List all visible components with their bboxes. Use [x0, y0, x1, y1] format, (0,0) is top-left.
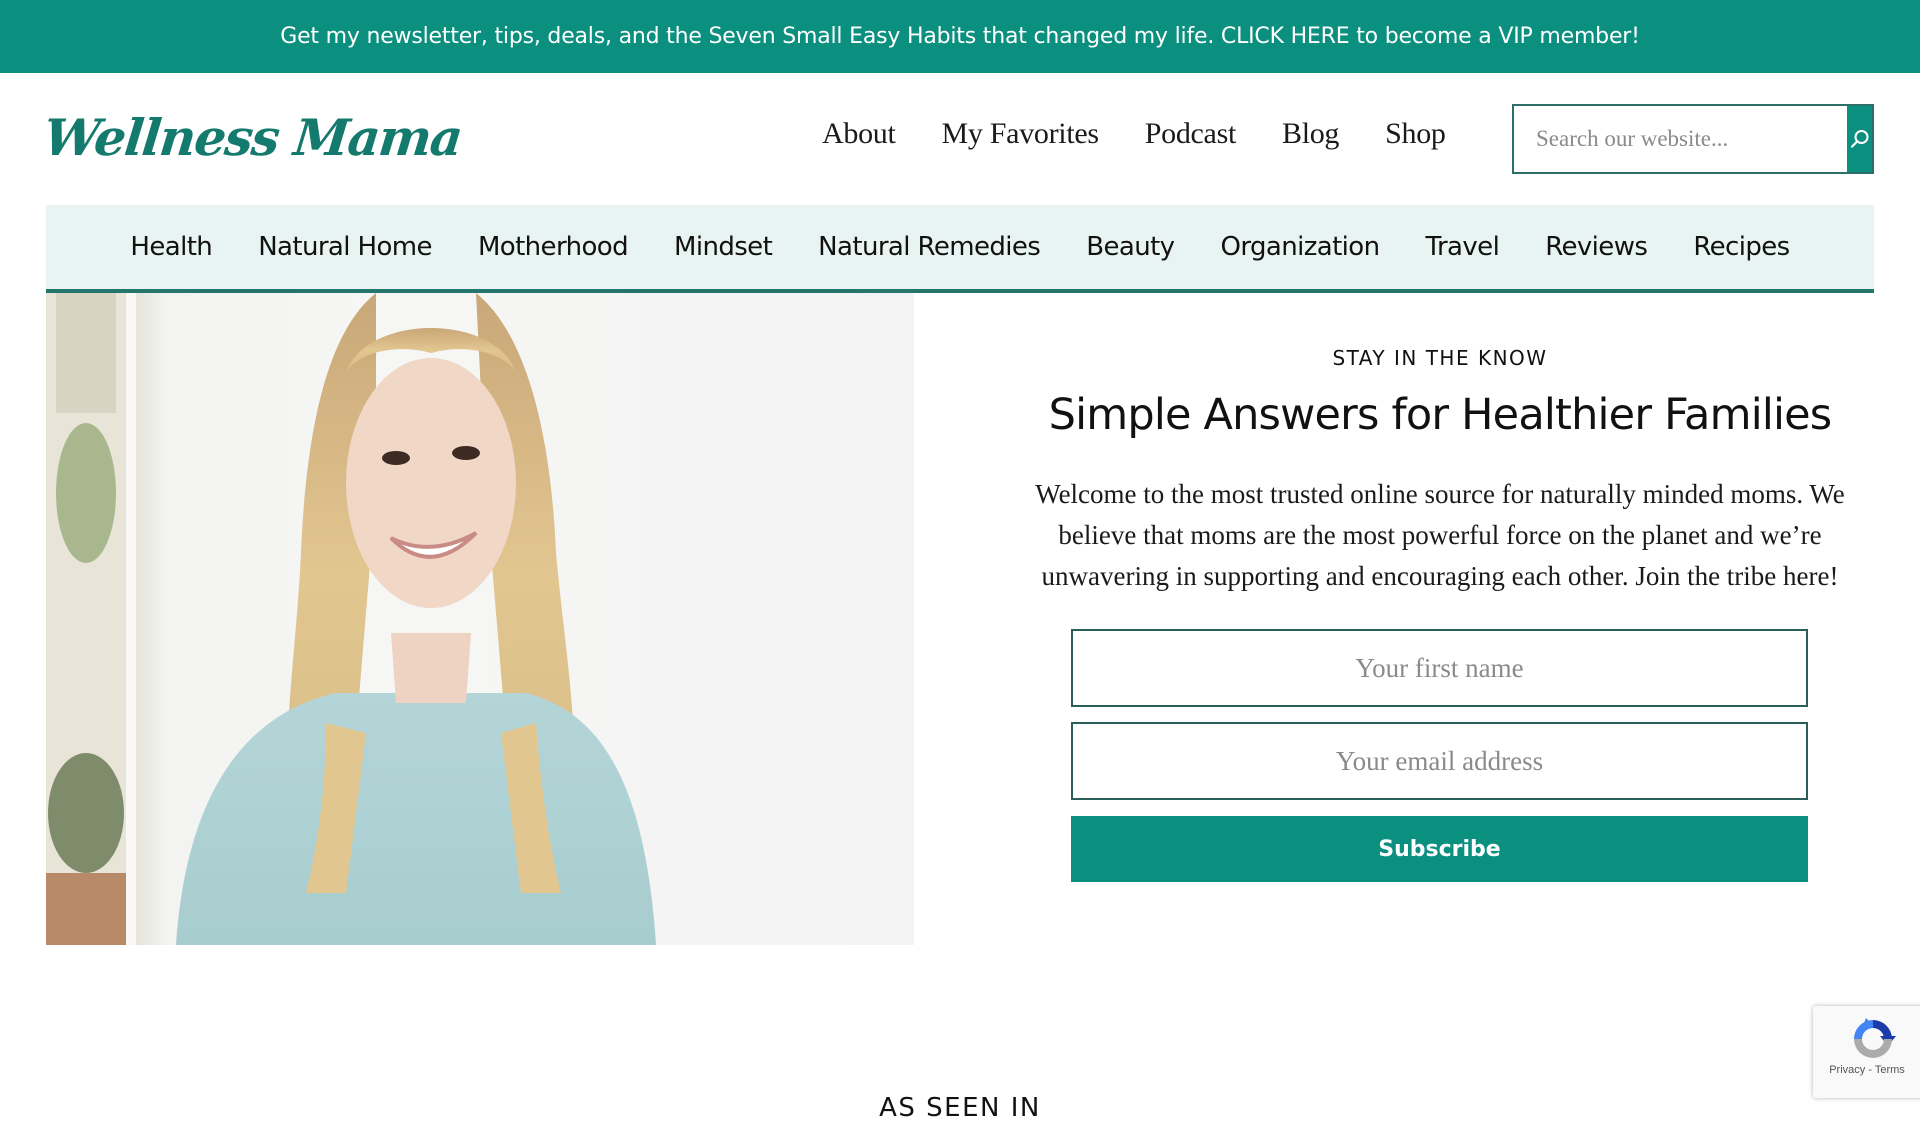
category-nav: Health Natural Home Motherhood Mindset N…	[46, 205, 1874, 293]
portrait-illustration	[46, 293, 656, 945]
main-nav: About My Favorites Podcast Blog Shop	[822, 117, 1492, 151]
subscribe-button[interactable]: Subscribe	[1071, 816, 1808, 882]
category-reviews[interactable]: Reviews	[1545, 232, 1648, 262]
category-beauty[interactable]: Beauty	[1086, 232, 1175, 262]
nav-item-blog[interactable]: Blog	[1282, 117, 1339, 151]
category-travel[interactable]: Travel	[1426, 232, 1500, 262]
recaptcha-privacy-link[interactable]: Privacy	[1829, 1064, 1865, 1076]
category-recipes[interactable]: Recipes	[1693, 232, 1790, 262]
email-field[interactable]	[1071, 722, 1808, 800]
category-natural-remedies[interactable]: Natural Remedies	[818, 232, 1041, 262]
category-mindset[interactable]: Mindset	[674, 232, 773, 262]
recaptcha-icon	[1854, 1018, 1896, 1058]
as-seen-in-heading: AS SEEN IN	[879, 1093, 1041, 1121]
hero-intro: Welcome to the most trusted online sourc…	[1035, 479, 1845, 591]
nav-item-shop[interactable]: Shop	[1385, 117, 1446, 151]
category-natural-home[interactable]: Natural Home	[258, 232, 432, 262]
category-health[interactable]: Health	[130, 232, 212, 262]
announcement-bar[interactable]: Get my newsletter, tips, deals, and the …	[0, 0, 1920, 73]
site-logo[interactable]: Wellness Mama	[41, 108, 464, 167]
search-button[interactable]	[1847, 106, 1872, 172]
nav-item-about[interactable]: About	[822, 117, 896, 151]
nav-item-my-favorites[interactable]: My Favorites	[942, 117, 1100, 151]
category-motherhood[interactable]: Motherhood	[478, 232, 629, 262]
recaptcha-terms-link[interactable]: Terms	[1875, 1064, 1905, 1076]
search-input[interactable]	[1514, 106, 1847, 172]
first-name-field[interactable]	[1071, 629, 1808, 707]
category-organization[interactable]: Organization	[1220, 232, 1380, 262]
search-icon	[1850, 130, 1868, 148]
recaptcha-badge[interactable]: Privacy - Terms	[1813, 1006, 1920, 1098]
announcement-text[interactable]: Get my newsletter, tips, deals, and the …	[280, 24, 1640, 49]
recaptcha-links: Privacy - Terms	[1829, 1064, 1905, 1076]
recaptcha-separator: -	[1865, 1064, 1875, 1076]
section-kicker: STAY IN THE KNOW	[1332, 346, 1548, 370]
search-form	[1512, 104, 1874, 174]
nav-item-podcast[interactable]: Podcast	[1145, 117, 1237, 151]
hero-headline: Simple Answers for Healthier Families	[1048, 390, 1833, 440]
hero-photo	[46, 293, 914, 945]
